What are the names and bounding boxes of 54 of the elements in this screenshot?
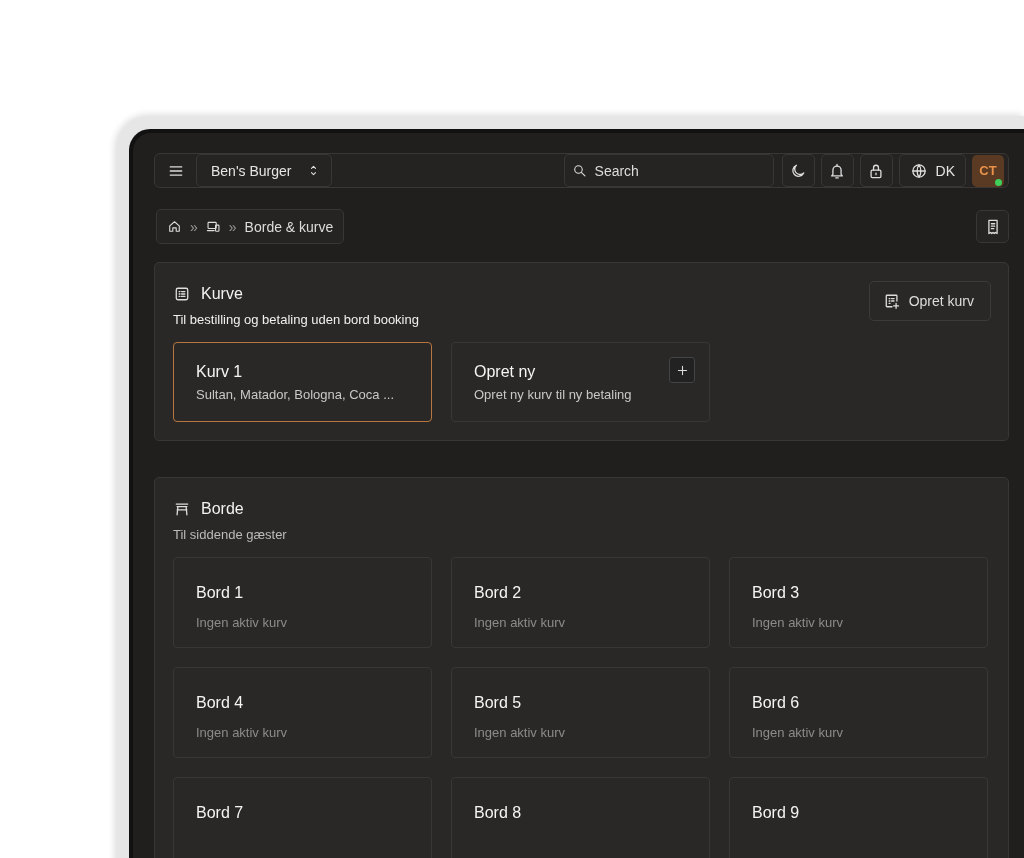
add-button[interactable] (669, 357, 695, 383)
card-title: Kurv 1 (196, 363, 243, 381)
card-subtitle: Opret ny kurv til ny betaling (474, 387, 633, 402)
table-card[interactable]: Bord 2 Ingen aktiv kurv (451, 557, 710, 648)
globe-icon (909, 161, 928, 180)
search-field[interactable]: Search (563, 154, 774, 187)
card-subtitle: Ingen aktiv kurv (196, 725, 289, 740)
breadcrumb-link[interactable]: Borde & kurve (244, 218, 334, 235)
card-title: Bord 1 (196, 584, 244, 602)
new-basket-card[interactable]: Opret ny Opret ny kurv til ny betaling (451, 342, 710, 422)
breadcrumb-separator: » (190, 218, 198, 235)
home-link[interactable] (167, 219, 182, 234)
table-card[interactable]: Bord 9 (729, 777, 988, 858)
notifications-button[interactable] (820, 154, 854, 187)
devices-link[interactable] (205, 219, 221, 234)
list-icon (173, 285, 191, 303)
card-subtitle: Sultan, Matador, Bologna, Coca ... (196, 387, 395, 402)
breadcrumb-separator: » (228, 218, 237, 235)
card-subtitle: Ingen aktiv kurv (474, 615, 567, 630)
card-subtitle: Ingen aktiv kurv (474, 725, 567, 740)
section-subtitle: Til siddende gæster (173, 527, 288, 542)
table-card[interactable]: Bord 8 (451, 777, 710, 858)
lock-button[interactable] (859, 154, 893, 187)
card-subtitle: Ingen aktiv kurv (752, 615, 845, 630)
theme-toggle-button[interactable] (781, 154, 815, 187)
card-title: Opret ny (474, 363, 536, 381)
create-basket-button[interactable]: Opret kurv (868, 281, 991, 321)
card-title: Bord 2 (474, 584, 522, 602)
section-title: Kurve (201, 285, 243, 303)
table-card[interactable]: Bord 4 Ingen aktiv kurv (173, 667, 432, 758)
section-title: Borde (201, 500, 244, 518)
card-title: Bord 6 (752, 694, 800, 712)
section-subtitle: Til bestilling og betaling uden bord booking (173, 312, 419, 327)
bench-icon (173, 500, 191, 518)
basket-card[interactable]: Kurv 1 Sultan, Matador, Bologna, Coca ... (173, 342, 432, 422)
table-card[interactable]: Bord 3 Ingen aktiv kurv (729, 557, 988, 648)
card-title: Bord 3 (752, 584, 800, 602)
receipt-button[interactable] (976, 210, 1009, 243)
card-title: Bord 8 (474, 804, 522, 822)
table-card[interactable]: Bord 7 (173, 777, 432, 858)
card-subtitle: Ingen aktiv kurv (752, 725, 845, 740)
card-subtitle: Ingen aktiv kurv (196, 615, 289, 630)
card-title: Bord 7 (196, 804, 244, 822)
table-card[interactable]: Bord 1 Ingen aktiv kurv (173, 557, 432, 648)
home-icon (167, 219, 182, 234)
devices-icon (205, 219, 221, 234)
store-selector[interactable]: Ben's Burger (196, 154, 332, 187)
table-card[interactable]: Bord 6 Ingen aktiv kurv (729, 667, 988, 758)
card-title: Bord 9 (752, 804, 800, 822)
card-title: Bord 4 (196, 694, 244, 712)
language-button[interactable]: DK (898, 154, 966, 187)
card-title: Bord 5 (474, 694, 522, 712)
avatar[interactable]: CT (972, 154, 1004, 187)
table-card[interactable]: Bord 5 Ingen aktiv kurv (451, 667, 710, 758)
